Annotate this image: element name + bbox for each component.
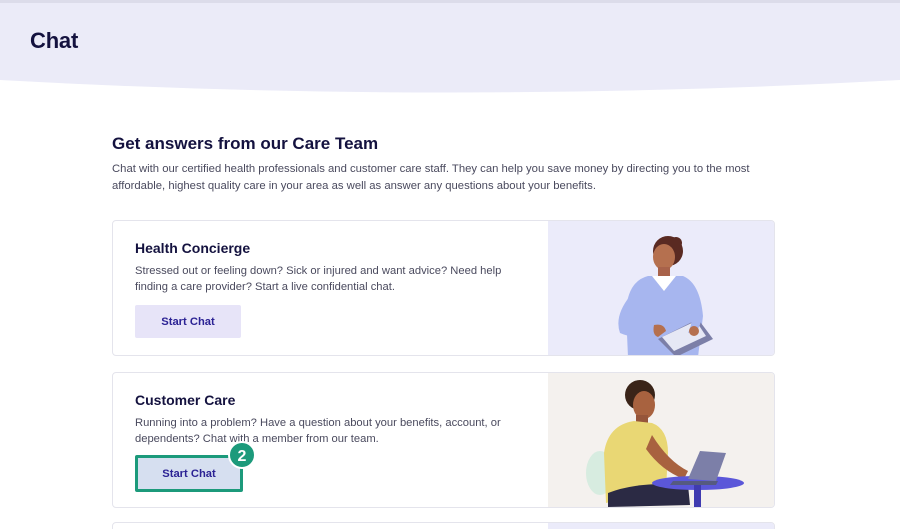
header-band: Chat (0, 0, 900, 100)
customer-care-card: Customer Care Running into a problem? Ha… (112, 372, 775, 508)
card-title: Health Concierge (135, 240, 251, 256)
next-card-illustration (548, 523, 774, 529)
customer-care-start-chat-button[interactable]: Start Chat (135, 455, 243, 492)
health-concierge-illustration (548, 221, 774, 355)
health-concierge-card: Health Concierge Stressed out or feeling… (112, 220, 775, 356)
step-number-badge: 2 (228, 441, 256, 469)
health-concierge-start-chat-button[interactable]: Start Chat (135, 305, 241, 338)
card-description: Running into a problem? Have a question … (135, 417, 501, 446)
next-card-partial (112, 522, 775, 529)
laptop-person-illustration (586, 380, 744, 507)
nurse-illustration (618, 236, 713, 355)
header-wave (0, 0, 900, 93)
card-description: Stressed out or feeling down? Sick or in… (135, 265, 502, 294)
section-title: Get answers from our Care Team (112, 134, 379, 153)
section-description: Chat with our certified health professio… (112, 163, 750, 192)
card-title: Customer Care (135, 392, 236, 408)
customer-care-illustration (548, 373, 774, 507)
page-title: Chat (30, 28, 79, 53)
